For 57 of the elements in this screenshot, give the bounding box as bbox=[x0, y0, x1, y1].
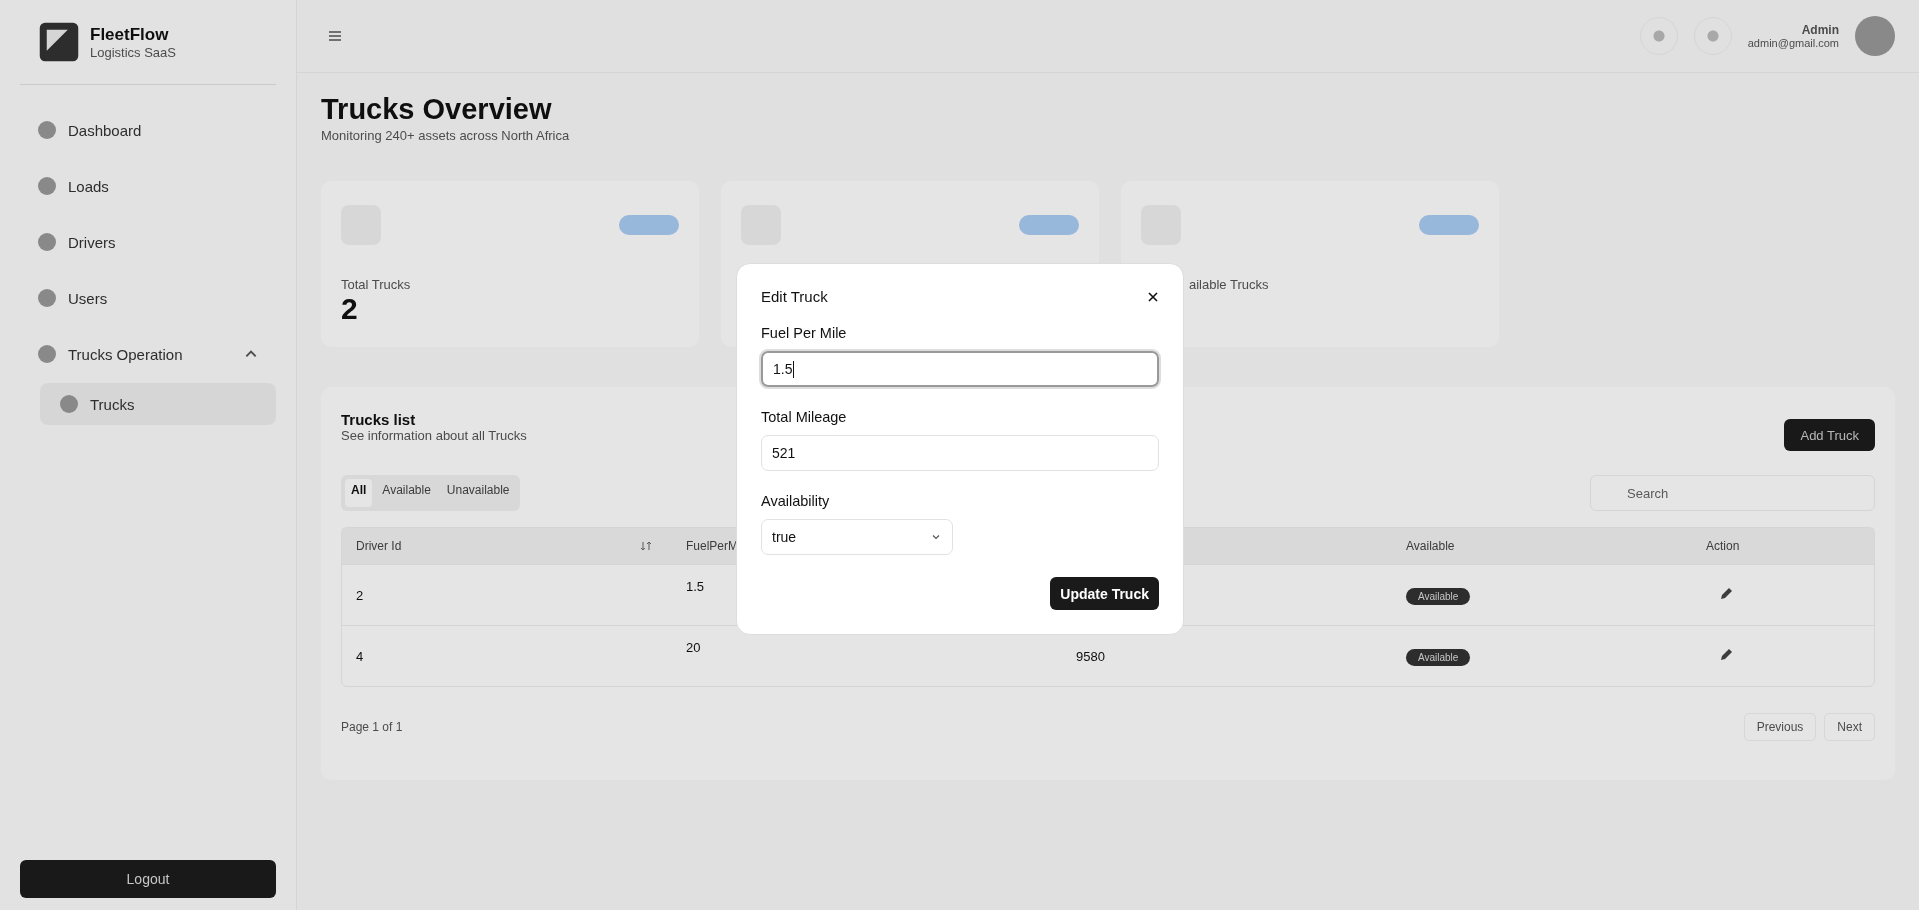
column-header: Driver Id bbox=[356, 539, 402, 553]
user-email: admin@gmail.com bbox=[1747, 37, 1839, 49]
nav-icon bbox=[38, 121, 56, 139]
dialog-title: Edit Truck bbox=[761, 288, 828, 305]
brand-tagline: Logistics SaaS bbox=[90, 44, 176, 60]
filter-tab[interactable]: Unavailable bbox=[440, 479, 516, 507]
sidebar-item[interactable]: Loads bbox=[20, 171, 276, 201]
table-cell: 9580 bbox=[1076, 648, 1105, 664]
user-name: Admin bbox=[1800, 23, 1839, 37]
sidebar-item[interactable]: Users bbox=[20, 283, 276, 313]
availability-select[interactable]: true bbox=[761, 519, 953, 555]
pencil-icon[interactable] bbox=[1718, 646, 1734, 663]
field-label: Total Mileage bbox=[761, 409, 848, 425]
close-icon[interactable] bbox=[1147, 290, 1159, 303]
avatar[interactable] bbox=[1855, 16, 1895, 56]
logo-icon bbox=[38, 21, 80, 63]
field-label: Fuel Per Mile bbox=[761, 325, 848, 341]
search-field[interactable]: Search bbox=[1590, 475, 1875, 511]
nav-icon bbox=[38, 345, 56, 363]
input-field[interactable]: 521 bbox=[761, 435, 1159, 471]
update-truck-button[interactable]: Update Truck bbox=[1050, 577, 1159, 610]
stat-value: 2 bbox=[341, 292, 359, 326]
column-header: Available bbox=[1406, 539, 1455, 553]
sidebar-item[interactable]: Trucks Operation bbox=[20, 339, 276, 369]
sort-icon[interactable] bbox=[640, 540, 652, 552]
table-cell: 2 bbox=[356, 587, 364, 603]
filter-tab[interactable]: All bbox=[345, 479, 373, 507]
nav-icon bbox=[38, 289, 56, 307]
page-subtitle: Monitoring 240+ assets across North Africa bbox=[321, 128, 571, 143]
logout-button[interactable]: Logout bbox=[20, 860, 276, 898]
status-badge: Available bbox=[1406, 587, 1471, 605]
page-title: Trucks Overview bbox=[321, 93, 553, 126]
sidebar-item[interactable]: Dashboard bbox=[20, 115, 276, 145]
add-truck-button[interactable]: Add Truck bbox=[1784, 419, 1875, 451]
table-cell: 20 bbox=[686, 640, 701, 655]
table-cell: 1.5 bbox=[686, 579, 705, 594]
nav-icon bbox=[38, 177, 56, 195]
panel-title: Trucks list bbox=[341, 411, 417, 428]
brand-name: FleetFlow bbox=[90, 24, 170, 45]
stat-label: ailable Trucks bbox=[1189, 277, 1270, 292]
status-badge: Available bbox=[1406, 648, 1471, 666]
page-info: Page 1 of 1 bbox=[341, 720, 403, 734]
menu-icon[interactable] bbox=[327, 28, 343, 44]
input-field[interactable]: 1.5 bbox=[761, 351, 1159, 387]
table-cell: 4 bbox=[356, 648, 364, 664]
panel-subtitle: See information about all Trucks bbox=[341, 428, 527, 443]
sidebar-item[interactable]: Drivers bbox=[20, 227, 276, 257]
pencil-icon[interactable] bbox=[1718, 585, 1734, 602]
previous-button[interactable]: Previous bbox=[1743, 713, 1817, 741]
column-header: Action bbox=[1706, 539, 1740, 553]
filter-tab[interactable]: Available bbox=[376, 479, 437, 507]
next-button[interactable]: Next bbox=[1824, 713, 1875, 741]
nav-icon bbox=[60, 395, 78, 413]
field-label: Availability bbox=[761, 493, 831, 509]
nav-icon bbox=[38, 233, 56, 251]
sidebar-item[interactable]: Trucks bbox=[40, 383, 276, 425]
stat-label: Total Trucks bbox=[341, 277, 412, 292]
